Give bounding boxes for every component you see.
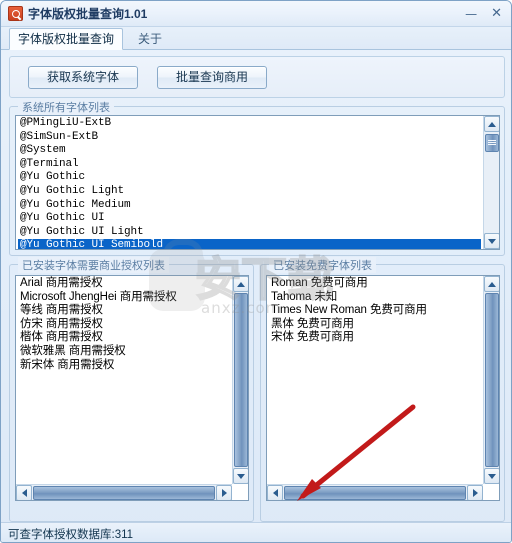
paid-fonts-listbox[interactable]: Arial 商用需授权 Microsoft JhengHei 商用需授权 等线 商用… (15, 275, 249, 501)
minimize-button[interactable]: — (465, 8, 477, 20)
application-window: 字体版权批量查询1.01 — ✕ 字体版权批量查询 关于 获取系统字体 批量查询… (0, 0, 512, 543)
list-item[interactable]: 仿宋 商用需授权 (18, 318, 177, 332)
list-item[interactable]: @System (18, 144, 481, 158)
chevron-right-icon (221, 489, 227, 497)
tab-about[interactable]: 关于 (130, 29, 170, 50)
list-item[interactable]: @Yu Gothic (18, 171, 481, 185)
scroll-left-button[interactable] (16, 485, 32, 500)
all-fonts-vertical-scrollbar[interactable] (483, 116, 499, 249)
free-fonts-groupbox: 已安装免费字体列表 Roman 免费可商用 Tahoma 未知 Times New … (260, 257, 505, 522)
scroll-down-button[interactable] (233, 468, 248, 484)
chevron-down-icon (237, 473, 245, 479)
list-item[interactable]: 等线 商用需授权 (18, 304, 177, 318)
client-area: 获取系统字体 批量查询商用 系统所有字体列表 @PMingLiU-ExtB @Si… (1, 50, 511, 542)
all-fonts-items: @PMingLiU-ExtB @SimSun-ExtB @System @Termin… (16, 116, 481, 249)
toolbar-panel: 获取系统字体 批量查询商用 (9, 56, 505, 98)
list-item[interactable]: Times New Roman 免费可商用 (269, 304, 427, 318)
list-item[interactable]: 新宋体 商用需授权 (18, 359, 177, 373)
batch-query-commercial-button[interactable]: 批量查询商用 (157, 66, 267, 89)
paid-fonts-groupbox: 已安装字体需要商业授权列表 Arial 商用需授权 Microsoft Jheng… (9, 257, 254, 522)
all-fonts-group-title: 系统所有字体列表 (18, 99, 114, 115)
scrollbar-thumb[interactable] (485, 134, 499, 152)
list-item[interactable]: 微软雅黑 商用需授权 (18, 345, 177, 359)
chevron-up-icon (488, 121, 496, 127)
grip-icon (488, 140, 496, 146)
scroll-down-button[interactable] (484, 233, 499, 249)
free-fonts-horizontal-scrollbar[interactable] (267, 484, 483, 500)
title-bar: 字体版权批量查询1.01 — ✕ (1, 1, 511, 27)
chevron-up-icon (488, 281, 496, 287)
list-item[interactable]: @Yu Gothic UI Semibold (18, 239, 481, 249)
tab-font-copyright-query[interactable]: 字体版权批量查询 (9, 28, 124, 50)
list-item[interactable]: @SimSun-ExtB (18, 131, 481, 145)
paid-fonts-group-title: 已安装字体需要商业授权列表 (18, 257, 169, 273)
list-item[interactable]: @Yu Gothic Medium (18, 199, 481, 213)
chevron-left-icon (272, 489, 278, 497)
list-item[interactable]: 楷体 商用需授权 (18, 331, 177, 345)
all-fonts-listbox[interactable]: @PMingLiU-ExtB @SimSun-ExtB @System @Termin… (15, 115, 500, 250)
scrollbar-thumb[interactable] (284, 486, 466, 500)
list-item[interactable]: @Yu Gothic UI Light (18, 226, 481, 240)
close-button[interactable]: ✕ (491, 7, 502, 20)
get-system-fonts-button[interactable]: 获取系统字体 (28, 66, 138, 89)
chevron-down-icon (488, 473, 496, 479)
scroll-right-button[interactable] (467, 485, 483, 500)
free-fonts-group-title: 已安装免费字体列表 (269, 257, 376, 273)
chevron-left-icon (21, 489, 27, 497)
chevron-down-icon (488, 238, 496, 244)
list-item[interactable]: Roman 免费可商用 (269, 277, 427, 291)
scrollbar-thumb[interactable] (234, 293, 248, 467)
scroll-up-button[interactable] (484, 276, 499, 292)
window-controls: — ✕ (465, 7, 511, 20)
list-item[interactable]: 宋体 免费可商用 (269, 331, 427, 345)
free-fonts-items: Roman 免费可商用 Tahoma 未知 Times New Roman 免费可商… (267, 276, 427, 345)
list-item[interactable]: 黑体 免费可商用 (269, 318, 427, 332)
scroll-left-button[interactable] (267, 485, 283, 500)
list-item[interactable]: @Yu Gothic Light (18, 185, 481, 199)
scroll-up-button[interactable] (484, 116, 499, 132)
paid-fonts-vertical-scrollbar[interactable] (232, 276, 248, 484)
tab-strip: 字体版权批量查询 关于 (1, 27, 511, 50)
paid-fonts-horizontal-scrollbar[interactable] (16, 484, 232, 500)
chevron-right-icon (472, 489, 478, 497)
magnifier-icon (8, 6, 23, 21)
status-bar: 可查字体授权数据库:311 (1, 522, 511, 542)
list-item[interactable]: Tahoma 未知 (269, 291, 427, 305)
window-title: 字体版权批量查询1.01 (28, 7, 148, 21)
free-fonts-listbox[interactable]: Roman 免费可商用 Tahoma 未知 Times New Roman 免费可商… (266, 275, 500, 501)
scroll-right-button[interactable] (216, 485, 232, 500)
scroll-up-button[interactable] (233, 276, 248, 292)
status-bar-text: 可查字体授权数据库:311 (8, 528, 134, 541)
list-item[interactable]: @Yu Gothic UI (18, 212, 481, 226)
all-fonts-groupbox: 系统所有字体列表 @PMingLiU-ExtB @SimSun-ExtB @Syst… (9, 99, 505, 256)
scrollbar-thumb[interactable] (33, 486, 215, 500)
scrollbar-thumb[interactable] (485, 293, 499, 467)
list-item[interactable]: Microsoft JhengHei 商用需授权 (18, 291, 177, 305)
list-item[interactable]: @PMingLiU-ExtB (18, 117, 481, 131)
chevron-up-icon (237, 281, 245, 287)
scroll-down-button[interactable] (484, 468, 499, 484)
free-fonts-vertical-scrollbar[interactable] (483, 276, 499, 484)
paid-fonts-items: Arial 商用需授权 Microsoft JhengHei 商用需授权 等线 商用… (16, 276, 177, 372)
list-item[interactable]: @Terminal (18, 158, 481, 172)
list-item[interactable]: Arial 商用需授权 (18, 277, 177, 291)
